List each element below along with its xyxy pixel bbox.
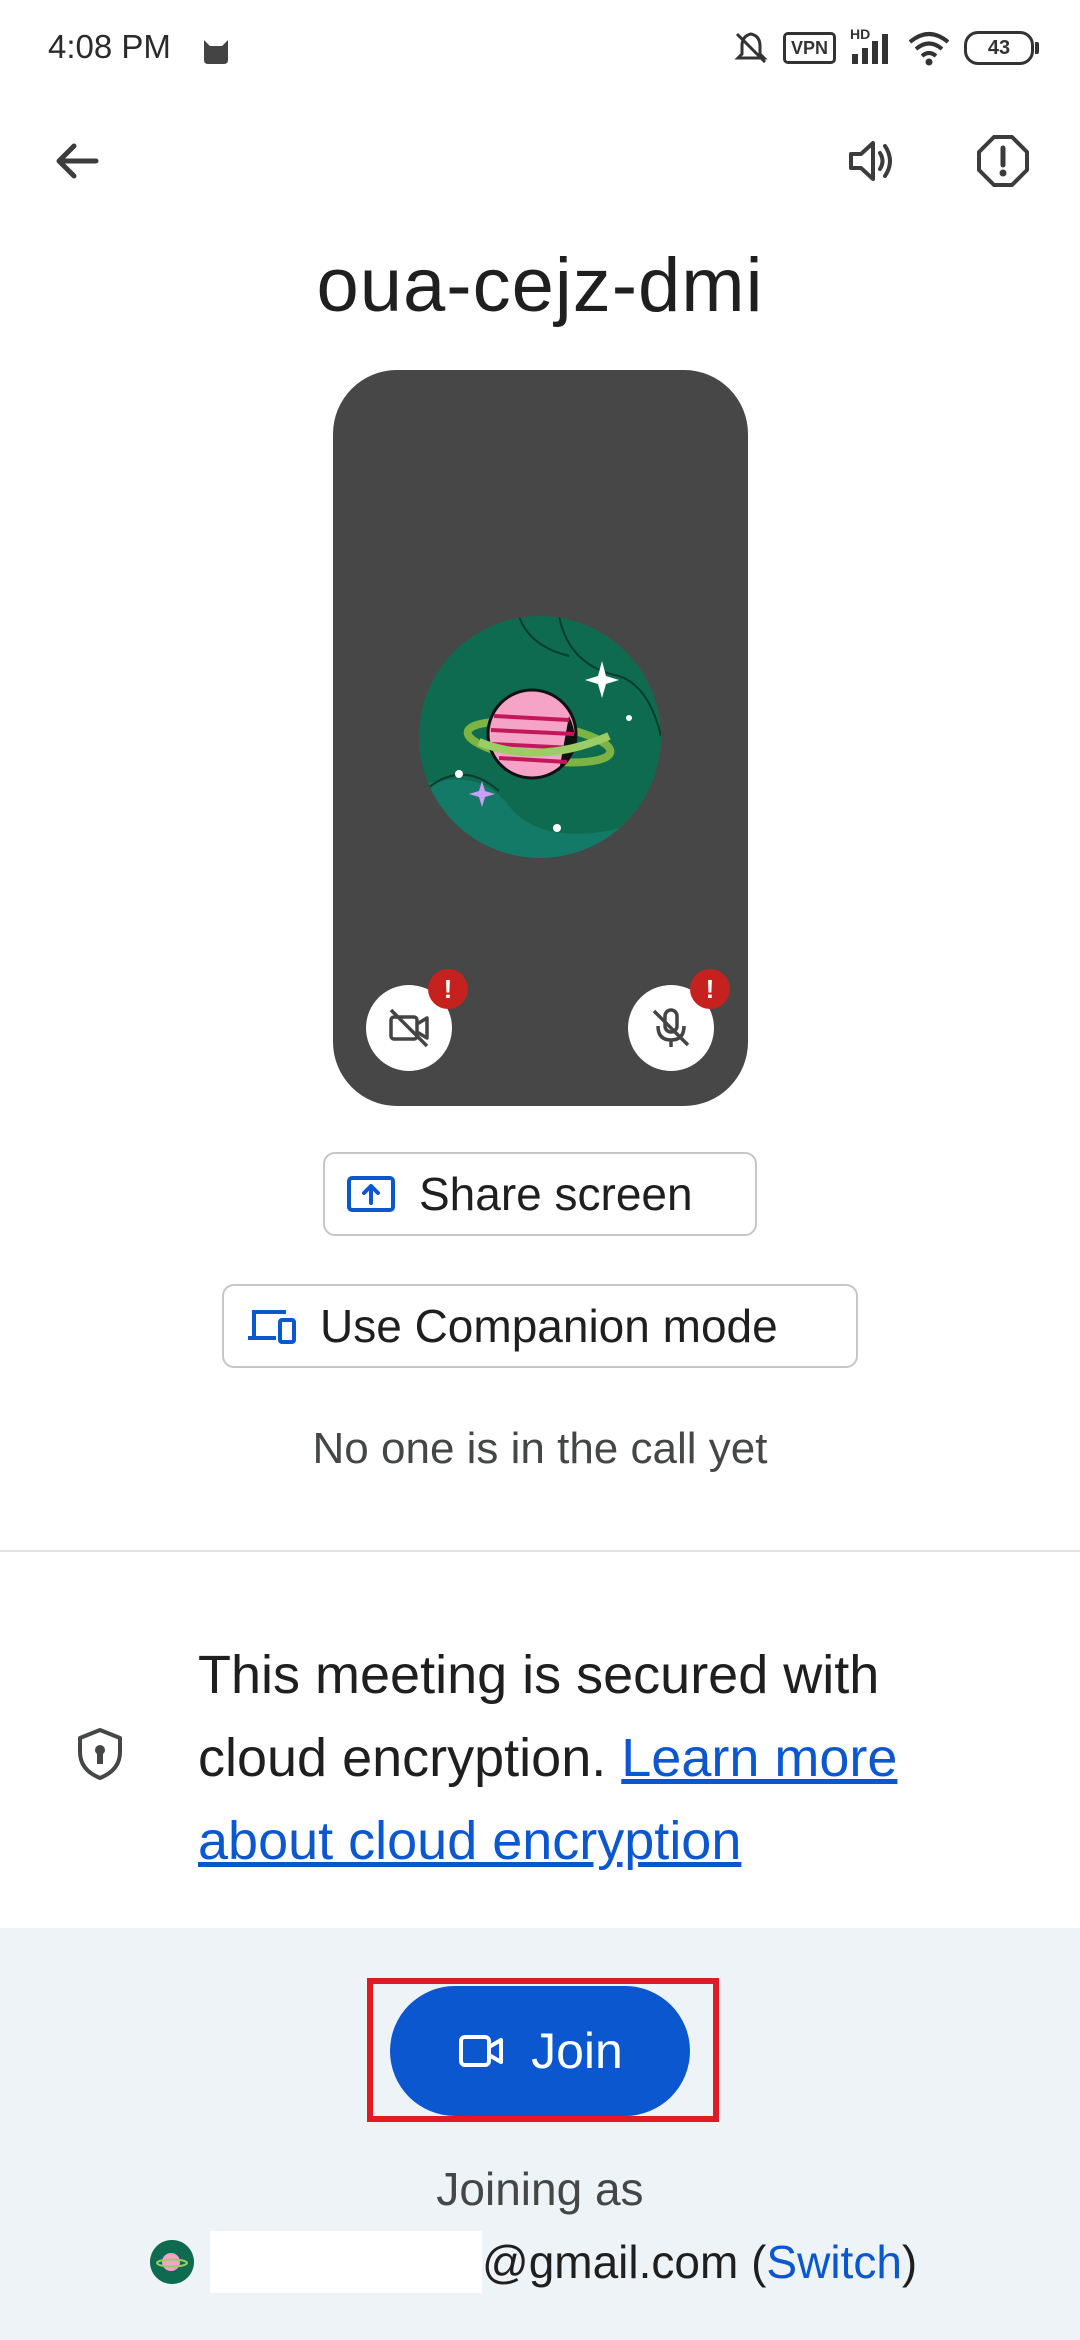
account-avatar: [150, 2240, 194, 2284]
call-status-text: No one is in the call yet: [312, 1424, 768, 1473]
status-bar: 4:08 PM VPN HD 43: [0, 0, 1080, 100]
shield-lock-icon: [78, 1728, 122, 1780]
close-paren: ): [901, 2236, 918, 2288]
back-arrow-icon: [56, 143, 99, 179]
status-time: 4:08 PM: [48, 28, 171, 65]
account-email: @gmail.com (Switch): [482, 2235, 917, 2289]
cat-notification-icon: [204, 40, 228, 64]
devices-icon: [248, 1310, 296, 1344]
encryption-notice: This meeting is secured with cloud encry…: [198, 1634, 1018, 1883]
mic-warning-badge: !: [690, 969, 730, 1009]
joining-as-label: Joining as: [436, 2163, 644, 2215]
companion-mode-label: Use Companion mode: [320, 1300, 778, 1352]
companion-mode-button[interactable]: Use Companion mode: [222, 1284, 858, 1368]
back-button[interactable]: [32, 116, 122, 206]
signal-icon: HD: [850, 26, 894, 66]
redacted-email: [210, 2231, 482, 2293]
wifi-icon: [908, 32, 950, 66]
status-icons: VPN HD 43: [733, 26, 1039, 66]
battery-indicator: 43: [964, 31, 1039, 65]
vpn-badge: VPN: [782, 32, 836, 64]
mic-off-icon: [652, 1008, 690, 1047]
section-divider: [0, 1550, 1080, 1552]
open-paren: (: [751, 2236, 767, 2288]
email-suffix: @gmail.com: [482, 2236, 739, 2288]
camera-warning-badge: !: [428, 969, 468, 1009]
speaker-icon: [849, 141, 892, 181]
account-row: @gmail.com (Switch): [150, 2230, 917, 2294]
self-preview: ! !: [333, 370, 748, 1106]
camera-off-icon: [389, 1008, 429, 1048]
join-button[interactable]: Join: [390, 1986, 690, 2116]
report-button[interactable]: [958, 116, 1048, 206]
report-octagon-icon: [977, 135, 1029, 187]
switch-account-link[interactable]: Switch: [766, 2236, 901, 2288]
join-label: Join: [531, 2023, 623, 2079]
screen-share-icon: [347, 1176, 395, 1212]
meeting-code-title: oua-cejz-dmi: [316, 243, 764, 328]
audio-output-button[interactable]: [826, 116, 916, 206]
silent-bell-icon: [734, 32, 768, 64]
profile-avatar: [419, 616, 661, 858]
share-screen-label: Share screen: [419, 1168, 693, 1220]
video-camera-icon: [459, 2035, 504, 2067]
share-screen-button[interactable]: Share screen: [323, 1152, 757, 1236]
